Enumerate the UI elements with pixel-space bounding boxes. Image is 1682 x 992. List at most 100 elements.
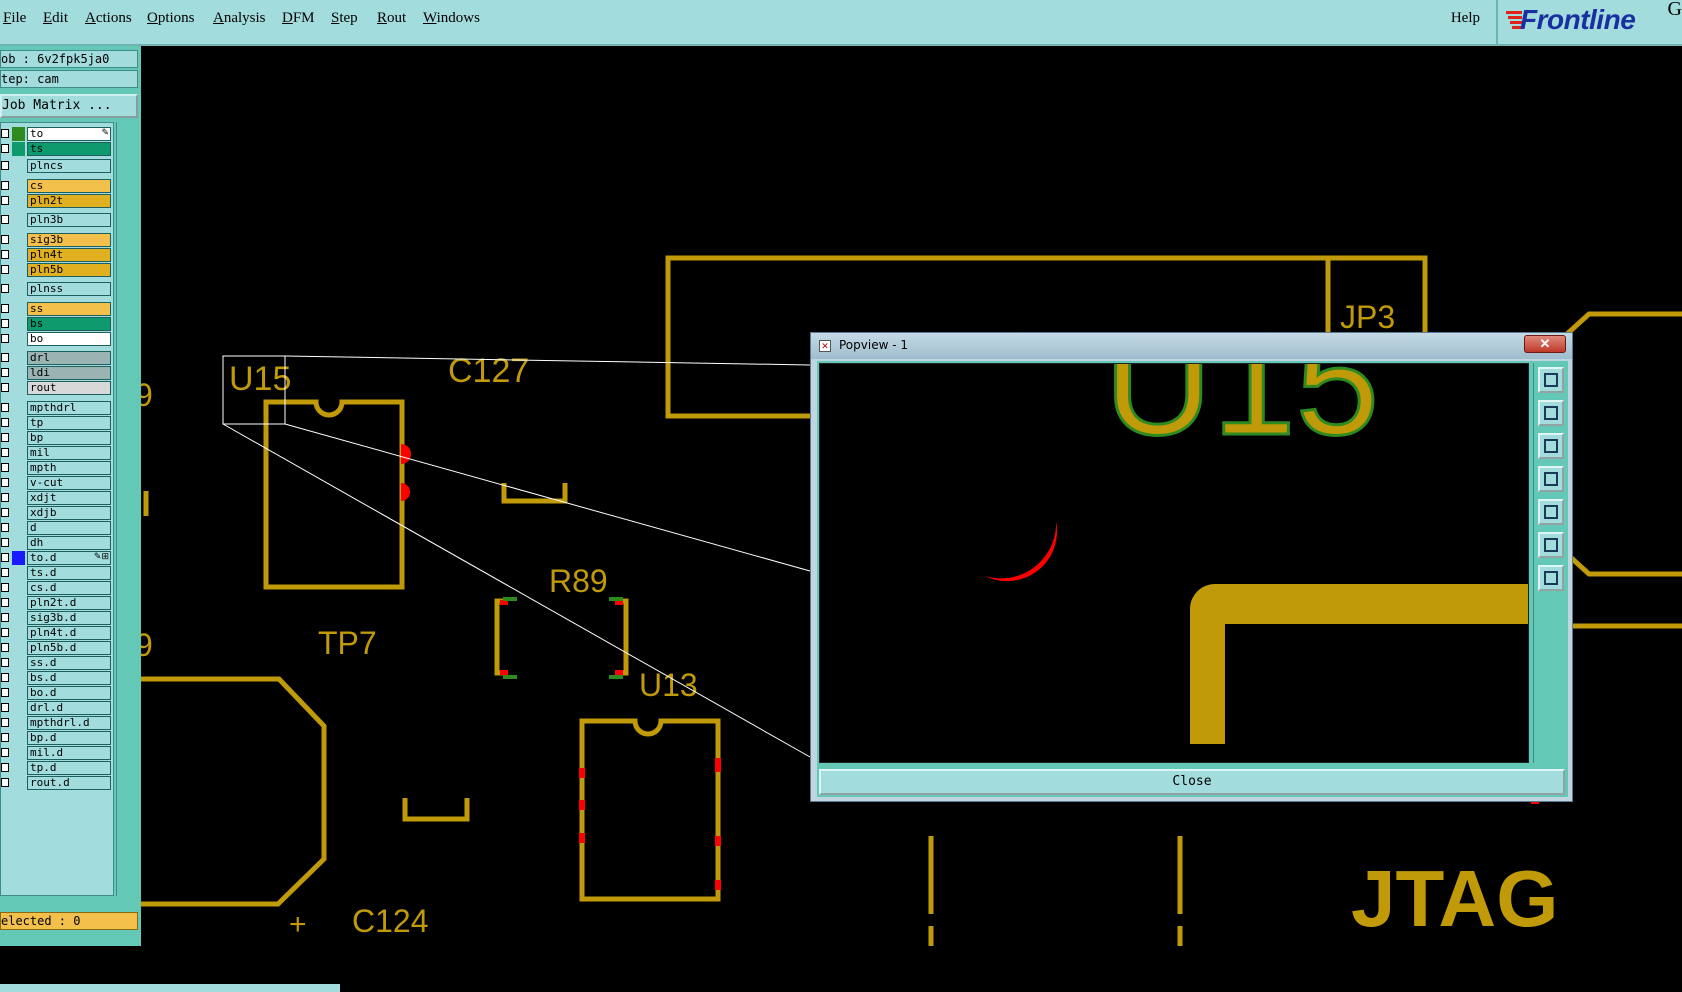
layer-row[interactable]: sig3b	[1, 233, 113, 247]
layer-checkbox[interactable]	[1, 568, 9, 577]
layer-checkbox[interactable]	[1, 265, 9, 274]
layer-checkbox[interactable]	[1, 334, 9, 343]
layer-row[interactable]: bs	[1, 317, 113, 331]
menu-rout[interactable]: Rout	[377, 10, 406, 27]
layer-row[interactable]: pln3b	[1, 213, 113, 227]
layer-row[interactable]: pln5b.d	[1, 641, 113, 655]
layer-checkbox[interactable]	[1, 448, 9, 457]
zoom-out-icon[interactable]	[1538, 433, 1564, 459]
layer-checkbox[interactable]	[1, 284, 9, 293]
layer-name[interactable]: ldi	[27, 366, 111, 380]
layer-row[interactable]: to ✎	[1, 127, 113, 141]
popview-titlebar[interactable]: ✕ Popview - 1 ✕	[811, 333, 1572, 359]
layer-row[interactable]: pln4t.d	[1, 626, 113, 640]
layer-row[interactable]: bs.d	[1, 671, 113, 685]
layer-color-swatch[interactable]	[12, 142, 25, 156]
layer-name[interactable]: pln4t	[27, 248, 111, 262]
layer-name[interactable]: pln2t	[27, 194, 111, 208]
layer-checkbox[interactable]	[1, 368, 9, 377]
layer-color-swatch[interactable]	[12, 127, 25, 141]
layer-row[interactable]: drl	[1, 351, 113, 365]
layer-row[interactable]: to.d ✎⊞	[1, 551, 113, 565]
menu-file[interactable]: File	[3, 10, 26, 27]
layer-checkbox[interactable]	[1, 161, 9, 170]
layer-row[interactable]: pln2t.d	[1, 596, 113, 610]
layer-checkbox[interactable]	[1, 250, 9, 259]
layer-name[interactable]: v-cut	[27, 476, 111, 490]
layer-checkbox[interactable]	[1, 478, 9, 487]
layer-checkbox[interactable]	[1, 181, 9, 190]
layer-row[interactable]: ldi	[1, 366, 113, 380]
menu-actions[interactable]: Actions	[85, 10, 132, 27]
layer-checkbox[interactable]	[1, 235, 9, 244]
layer-checkbox[interactable]	[1, 553, 9, 562]
layer-row[interactable]: mpthdrl	[1, 401, 113, 415]
layer-name[interactable]: bo.d	[27, 686, 111, 700]
menu-help[interactable]: Help	[1451, 10, 1480, 27]
menu-windows[interactable]: Windows	[423, 10, 480, 27]
layer-row[interactable]: tp	[1, 416, 113, 430]
layer-checkbox[interactable]	[1, 403, 9, 412]
layer-name[interactable]: rout	[27, 381, 111, 395]
pan-right-icon[interactable]	[1538, 499, 1564, 525]
layer-checkbox[interactable]	[1, 673, 9, 682]
layer-name[interactable]: sig3b	[27, 233, 111, 247]
layer-row[interactable]: bp	[1, 431, 113, 445]
menu-step[interactable]: Step	[331, 10, 358, 27]
layer-row[interactable]: mil	[1, 446, 113, 460]
layer-row[interactable]: v-cut	[1, 476, 113, 490]
layer-name[interactable]: bs	[27, 317, 111, 331]
layer-name[interactable]: xdjb	[27, 506, 111, 520]
layer-name[interactable]: plnss	[27, 282, 111, 296]
zoom-fit-icon[interactable]	[1538, 532, 1564, 558]
layer-name[interactable]: pln5b	[27, 263, 111, 277]
layer-row[interactable]: sig3b.d	[1, 611, 113, 625]
layer-name[interactable]: sig3b.d	[27, 611, 111, 625]
layer-row[interactable]: tp.d	[1, 761, 113, 775]
layer-row[interactable]: drl.d	[1, 701, 113, 715]
layer-checkbox[interactable]	[1, 703, 9, 712]
layer-row[interactable]: ts	[1, 142, 113, 156]
layer-checkbox[interactable]	[1, 643, 9, 652]
layer-row[interactable]: plnss	[1, 282, 113, 296]
menu-edit[interactable]: Edit	[43, 10, 68, 27]
layer-row[interactable]: bo	[1, 332, 113, 346]
layer-row[interactable]: mil.d	[1, 746, 113, 760]
layer-name[interactable]: drl	[27, 351, 111, 365]
layer-name[interactable]: ss	[27, 302, 111, 316]
layer-checkbox[interactable]	[1, 383, 9, 392]
layer-list-scrollbar[interactable]	[116, 122, 139, 896]
layer-name[interactable]: tp.d	[27, 761, 111, 775]
layer-checkbox[interactable]	[1, 319, 9, 328]
layer-row[interactable]: bp.d	[1, 731, 113, 745]
layer-checkbox[interactable]	[1, 733, 9, 742]
layer-checkbox[interactable]	[1, 433, 9, 442]
layer-row[interactable]: dh	[1, 536, 113, 550]
menu-analysis[interactable]: Analysis	[213, 10, 266, 27]
layer-name[interactable]: ts.d	[27, 566, 111, 580]
zoom-home-icon[interactable]	[1538, 367, 1564, 393]
layer-checkbox[interactable]	[1, 144, 9, 153]
layer-checkbox[interactable]	[1, 598, 9, 607]
layer-row[interactable]: mpth	[1, 461, 113, 475]
layer-checkbox[interactable]	[1, 628, 9, 637]
layer-row[interactable]: plncs	[1, 159, 113, 173]
layer-checkbox[interactable]	[1, 718, 9, 727]
layer-name[interactable]: cs.d	[27, 581, 111, 595]
layer-name[interactable]: pln2t.d	[27, 596, 111, 610]
layer-row[interactable]: rout	[1, 381, 113, 395]
layer-row[interactable]: xdjt	[1, 491, 113, 505]
layer-name[interactable]: bp.d	[27, 731, 111, 745]
layer-name[interactable]: drl.d	[27, 701, 111, 715]
layer-checkbox[interactable]	[1, 748, 9, 757]
layer-row[interactable]: rout.d	[1, 776, 113, 790]
layer-row[interactable]: pln4t	[1, 248, 113, 262]
layer-row[interactable]: ss.d	[1, 656, 113, 670]
layer-checkbox[interactable]	[1, 658, 9, 667]
layer-checkbox[interactable]	[1, 583, 9, 592]
layer-checkbox[interactable]	[1, 129, 9, 138]
layer-checkbox[interactable]	[1, 304, 9, 313]
layer-row[interactable]: xdjb	[1, 506, 113, 520]
layer-row[interactable]: mpthdrl.d	[1, 716, 113, 730]
menu-dfm[interactable]: DFM	[282, 10, 315, 27]
